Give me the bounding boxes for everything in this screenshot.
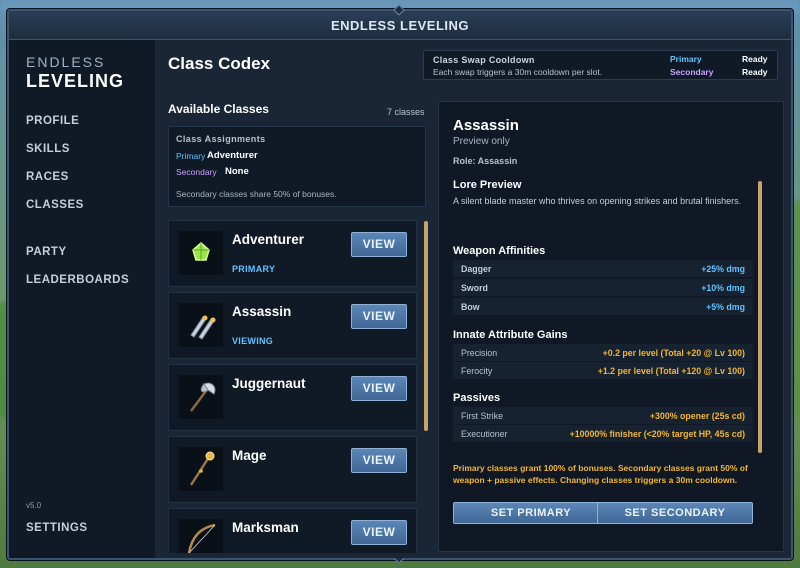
class-name: Adventurer <box>232 232 305 247</box>
brand-top: ENDLESS <box>26 54 106 70</box>
bow-icon <box>179 519 223 553</box>
class-list: Adventurer PRIMARY VIEW Assassin VIEWING… <box>168 213 430 553</box>
passive-value: +10000% finisher (<20% target HP, 45s cd… <box>569 429 745 439</box>
attribute-value: +1.2 per level (Total +120 @ Lv 100) <box>597 366 745 376</box>
passive-row: First Strike +300% opener (25s cd) <box>453 407 753 425</box>
available-classes-title: Available Classes <box>168 102 269 116</box>
green-gem-icon <box>179 231 223 275</box>
set-secondary-button[interactable]: SET SECONDARY <box>597 502 753 524</box>
window-title: ENDLESS LEVELING <box>330 18 470 33</box>
view-button[interactable]: VIEW <box>351 520 407 545</box>
class-name: Juggernaut <box>232 376 306 391</box>
app-window: ENDLESS LEVELING ENDLESS LEVELING PROFIL… <box>7 4 793 564</box>
detail-scroll-area: Lore Preview A silent blade master who t… <box>453 176 767 456</box>
weapon-label: Dagger <box>461 264 492 274</box>
class-status: VIEWING <box>232 336 274 346</box>
sidebar-item-settings[interactable]: SETTINGS <box>26 522 88 534</box>
attribute-row: Precision +0.2 per level (Total +20 @ Lv… <box>453 344 753 362</box>
weapon-row: Sword +10% dmg <box>453 279 753 297</box>
passives-title: Passives <box>453 392 501 404</box>
assignment-secondary-label: Secondary <box>176 167 217 177</box>
assignments-note: Secondary classes share 50% of bonuses. <box>176 189 337 199</box>
twin-daggers-icon <box>179 303 223 347</box>
assignments-title: Class Assignments <box>176 134 266 144</box>
sidebar-item-profile[interactable]: PROFILE <box>26 115 79 127</box>
class-card-juggernaut[interactable]: Juggernaut VIEW <box>168 364 417 431</box>
sidebar-item-skills[interactable]: SKILLS <box>26 143 70 155</box>
set-primary-button[interactable]: SET PRIMARY <box>453 502 609 524</box>
view-button[interactable]: VIEW <box>351 304 407 329</box>
weapon-affinities-title: Weapon Affinities <box>453 245 546 257</box>
class-card-assassin[interactable]: Assassin VIEWING VIEW <box>168 292 417 359</box>
class-rules-note: Primary classes grant 100% of bonuses. S… <box>453 463 748 485</box>
cooldown-secondary-status: Ready <box>742 67 768 77</box>
weapon-value: +25% dmg <box>701 264 745 274</box>
cooldown-primary-label: Primary <box>670 54 702 64</box>
class-status: PRIMARY <box>232 264 276 274</box>
passive-value: +300% opener (25s cd) <box>649 411 745 421</box>
cooldown-primary-status: Ready <box>742 54 768 64</box>
class-assignments-panel: Class Assignments Primary Adventurer Sec… <box>168 126 426 207</box>
lore-text: A silent blade master who thrives on ope… <box>453 196 742 206</box>
passive-label: Executioner <box>461 429 508 439</box>
attribute-label: Precision <box>461 348 498 358</box>
class-card-adventurer[interactable]: Adventurer PRIMARY VIEW <box>168 220 417 287</box>
passive-label: First Strike <box>461 411 504 421</box>
title-bar: ENDLESS LEVELING <box>9 11 791 40</box>
attribute-label: Ferocity <box>461 366 493 376</box>
class-name: Mage <box>232 448 267 463</box>
available-classes-count: 7 classes <box>387 107 425 117</box>
view-button[interactable]: VIEW <box>351 376 407 401</box>
weapon-value: +10% dmg <box>701 283 745 293</box>
battle-axe-icon <box>179 375 223 419</box>
brand-bottom: LEVELING <box>26 71 125 91</box>
assignment-secondary-value: None <box>225 166 249 177</box>
cooldown-panel: Class Swap Cooldown Each swap triggers a… <box>423 50 778 80</box>
cooldown-subtitle: Each swap triggers a 30m cooldown per sl… <box>433 67 603 77</box>
lore-title: Lore Preview <box>453 179 522 191</box>
version-label: v5.0 <box>26 501 42 510</box>
cooldown-title: Class Swap Cooldown <box>433 55 535 65</box>
weapon-row: Dagger +25% dmg <box>453 260 753 278</box>
assignment-primary-value: Adventurer <box>207 150 258 161</box>
view-button[interactable]: VIEW <box>351 448 407 473</box>
view-button[interactable]: VIEW <box>351 232 407 257</box>
assignment-primary-label: Primary <box>176 151 206 161</box>
detail-role: Role: Assassin <box>453 156 518 166</box>
class-list-scrollbar[interactable] <box>424 221 428 431</box>
weapon-value: +5% dmg <box>706 302 745 312</box>
detail-scrollbar[interactable] <box>758 181 762 453</box>
page-title: Class Codex <box>168 54 271 73</box>
weapon-label: Bow <box>461 302 480 312</box>
sidebar-item-races[interactable]: RACES <box>26 171 69 183</box>
sidebar-item-leaderboards[interactable]: LEADERBOARDS <box>26 274 129 286</box>
cooldown-secondary-label: Secondary <box>670 67 714 77</box>
weapon-row: Bow +5% dmg <box>453 298 753 316</box>
class-card-mage[interactable]: Mage VIEW <box>168 436 417 503</box>
sidebar-item-classes[interactable]: CLASSES <box>26 199 84 211</box>
sidebar-item-party[interactable]: PARTY <box>26 246 67 258</box>
detail-class-name: Assassin <box>453 117 519 134</box>
class-name: Marksman <box>232 520 299 535</box>
class-card-marksman[interactable]: Marksman VIEW <box>168 508 417 553</box>
main-panel: Class Codex Class Swap Cooldown Each swa… <box>155 40 791 558</box>
weapon-label: Sword <box>461 283 488 293</box>
sidebar: ENDLESS LEVELING PROFILE SKILLS RACES CL… <box>12 40 155 558</box>
class-name: Assassin <box>232 304 292 319</box>
class-detail-panel: Assassin Preview only Role: Assassin Lor… <box>438 101 784 552</box>
attribute-gains-title: Innate Attribute Gains <box>453 329 568 341</box>
staff-icon <box>179 447 223 491</box>
passive-row: Executioner +10000% finisher (<20% targe… <box>453 425 753 443</box>
attribute-row: Ferocity +1.2 per level (Total +120 @ Lv… <box>453 362 753 380</box>
detail-preview-label: Preview only <box>453 136 510 147</box>
attribute-value: +0.2 per level (Total +20 @ Lv 100) <box>602 348 745 358</box>
